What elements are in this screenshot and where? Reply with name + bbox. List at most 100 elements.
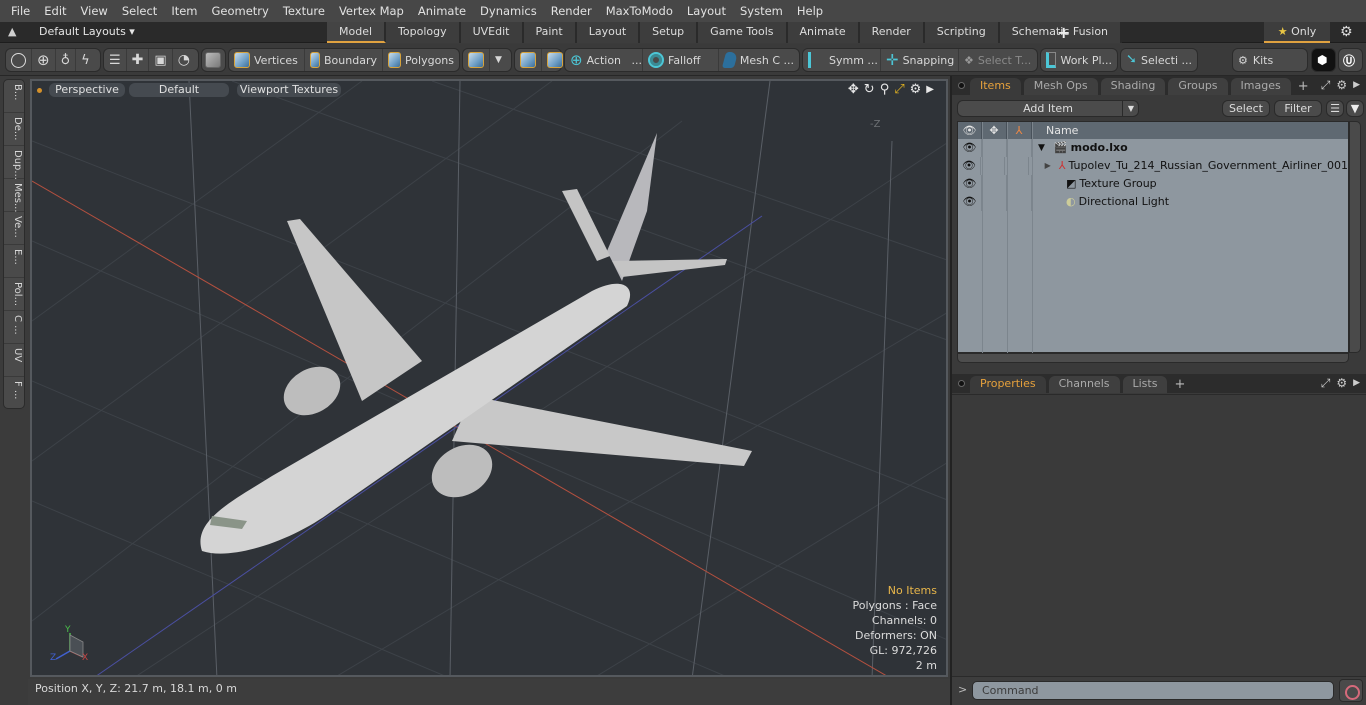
only-toggle[interactable]: ★ Only [1264, 22, 1330, 43]
menu-maxtomodo[interactable]: MaxToModo [599, 0, 680, 22]
move-view-icon[interactable]: ✥ [848, 82, 859, 98]
left-tab-polygon[interactable]: Pol... [4, 278, 24, 311]
work-plane-button[interactable]: Work Pl... [1041, 49, 1117, 71]
maximize-view-icon[interactable]: ⤢ [894, 82, 904, 98]
3d-viewport[interactable]: Y X Z Perspective Default Viewport Textu… [30, 79, 948, 677]
collapsed-triangle-icon[interactable]: ▶ [1045, 157, 1051, 175]
boundary-button[interactable]: Boundary [305, 49, 383, 71]
selection-sets-button[interactable]: ➘ Selecti ... [1121, 49, 1197, 71]
left-tab-uv[interactable]: UV [4, 344, 24, 377]
tab-model[interactable]: Model [327, 22, 387, 43]
menu-edit[interactable]: Edit [37, 0, 73, 22]
collapse-up-icon[interactable]: ▲ [8, 25, 16, 38]
left-tab-vertex[interactable]: Ve... [4, 212, 24, 245]
record-macro-button[interactable] [1339, 679, 1363, 702]
type-column-axes-icon[interactable]: ⅄ [1007, 122, 1032, 139]
path-button[interactable]: ϟ [76, 49, 95, 71]
tab-properties[interactable]: Properties [970, 376, 1046, 393]
list-item[interactable]: 👁 ◐ Directional Light [958, 193, 1348, 211]
material-mode-button[interactable] [463, 49, 490, 71]
menu-help[interactable]: Help [790, 0, 830, 22]
projection-dropdown[interactable]: Perspective [49, 83, 125, 97]
menu-texture[interactable]: Texture [276, 0, 332, 22]
tab-shading[interactable]: Shading [1100, 78, 1166, 95]
select-through-button[interactable]: ❖ Select T... [959, 49, 1037, 71]
symmetry-button[interactable]: Symm ... [803, 49, 881, 71]
polygons-button[interactable]: Polygons [383, 49, 459, 71]
list-options-button[interactable]: ☰ [1326, 100, 1344, 117]
vertices-button[interactable]: Vertices [229, 49, 305, 71]
panel-gear-icon[interactable]: ⚙ [1336, 376, 1347, 391]
tab-topology[interactable]: Topology [386, 22, 461, 43]
lock-column-move-icon[interactable]: ✥ [982, 122, 1007, 139]
snapping-button[interactable]: ✛ Snapping [881, 49, 959, 71]
viewport-more-icon[interactable]: ▶ [926, 82, 934, 98]
tab-scripting[interactable]: Scripting [924, 22, 1000, 43]
tab-render[interactable]: Render [859, 22, 925, 43]
eye-icon[interactable]: 👁 [958, 193, 982, 211]
tab-uvedit[interactable]: UVEdit [460, 22, 524, 43]
filter-button[interactable]: Filter [1274, 100, 1322, 117]
add-panel-tab-button[interactable]: + [1174, 377, 1185, 393]
tab-channels[interactable]: Channels [1048, 376, 1120, 393]
unwrap-button[interactable]: ✚ [127, 49, 150, 71]
item-list-vertical-scrollbar[interactable] [1349, 121, 1361, 353]
panel-menu-dot[interactable] [958, 82, 965, 89]
item-list-horizontal-scrollbar[interactable] [957, 353, 1349, 363]
tab-animate[interactable]: Animate [787, 22, 860, 43]
menu-vertex-map[interactable]: Vertex Map [332, 0, 411, 22]
tab-setup[interactable]: Setup [640, 22, 699, 43]
menu-geometry[interactable]: Geometry [205, 0, 276, 22]
list-item[interactable]: 👁 ▼ 🎬 modo.lxo [958, 139, 1348, 157]
tab-mesh-ops[interactable]: Mesh Ops [1023, 78, 1098, 95]
name-column-header[interactable]: Name [1032, 122, 1078, 139]
list-item[interactable]: 👁 ◩ Texture Group [958, 175, 1348, 193]
menu-file[interactable]: File [4, 0, 37, 22]
item-mode-button[interactable] [202, 49, 224, 71]
viewport-gear-icon[interactable]: ⚙ [910, 82, 922, 98]
expand-panel-icon[interactable]: ⤢ [1321, 376, 1331, 391]
expand-panel-icon[interactable]: ⤢ [1321, 78, 1331, 93]
list-item[interactable]: 👁 ▶ ⅄ Tupolev_Tu_214_Russian_Government_… [958, 157, 1348, 175]
zoom-view-icon[interactable]: ⚲ [880, 82, 890, 98]
mesh-constraint-button[interactable]: Mesh C ... [719, 49, 799, 71]
left-tab-mesh-edit[interactable]: Mes... [4, 179, 24, 213]
left-tab-duplicate[interactable]: Dup... [4, 146, 24, 180]
tab-lists[interactable]: Lists [1122, 376, 1168, 393]
eye-icon[interactable]: 👁 [958, 157, 981, 175]
expand-triangle-icon[interactable]: ▼ [1038, 139, 1045, 157]
action-center-button[interactable]: ⊕ Action ... [565, 49, 643, 71]
left-tab-fusion[interactable]: F ... [4, 377, 24, 410]
visibility-column-eye-icon[interactable]: 👁 [958, 122, 982, 139]
panel-menu-dot[interactable] [958, 380, 965, 387]
left-tab-curve[interactable]: C ... [4, 311, 24, 344]
tab-items[interactable]: Items [970, 78, 1021, 95]
menu-select[interactable]: Select [115, 0, 164, 22]
center-button[interactable] [515, 49, 542, 71]
falloff-button[interactable]: Falloff [643, 49, 719, 71]
add-layout-tab-button[interactable]: + [1057, 23, 1070, 42]
panel-more-icon[interactable]: ▶ [1353, 78, 1360, 93]
tab-groups[interactable]: Groups [1168, 78, 1228, 95]
left-tab-edge[interactable]: E... [4, 245, 24, 278]
align-button[interactable]: ☰ [104, 49, 127, 71]
pen-button[interactable]: ♁ [56, 49, 77, 71]
menu-layout[interactable]: Layout [680, 0, 733, 22]
eye-icon[interactable]: 👁 [958, 175, 982, 193]
left-tab-deform[interactable]: De... [4, 113, 24, 146]
eye-icon[interactable]: 👁 [958, 139, 982, 157]
add-item-button[interactable]: Add Item ▼ [957, 100, 1139, 117]
dial-button[interactable]: ◔ [173, 49, 195, 71]
unreal-kit-button[interactable]: Ⓤ [1338, 48, 1363, 72]
panel-more-icon[interactable]: ▶ [1353, 376, 1360, 391]
textures-dropdown[interactable]: Viewport Textures [237, 83, 341, 97]
tab-paint[interactable]: Paint [523, 22, 577, 43]
panel-gear-icon[interactable]: ⚙ [1336, 78, 1347, 93]
menu-render[interactable]: Render [544, 0, 599, 22]
menu-view[interactable]: View [74, 0, 115, 22]
menu-dynamics[interactable]: Dynamics [473, 0, 544, 22]
globe-button[interactable]: ⊕ [32, 49, 56, 71]
tab-images[interactable]: Images [1230, 78, 1291, 95]
command-input[interactable]: Command [972, 681, 1334, 700]
gear-icon[interactable]: ⚙ [1340, 24, 1353, 40]
